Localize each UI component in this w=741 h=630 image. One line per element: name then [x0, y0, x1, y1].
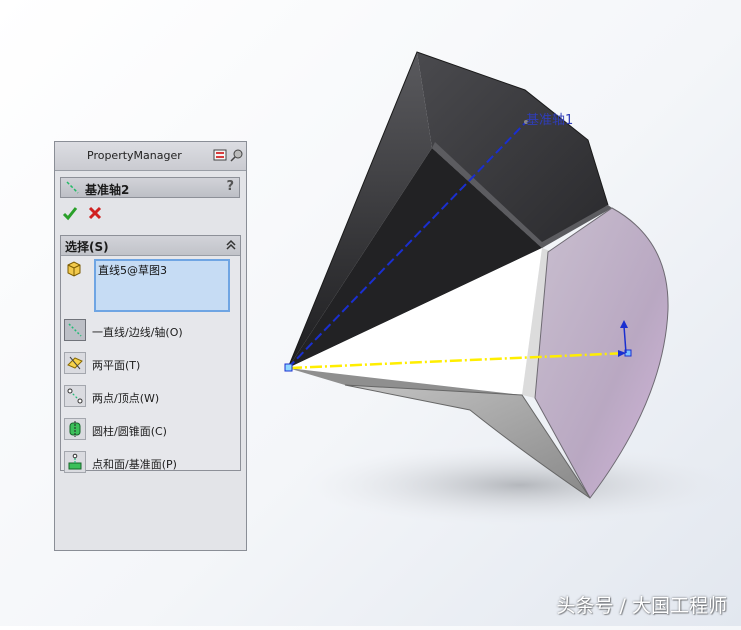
two-planes-icon — [67, 356, 83, 370]
line-edge-axis-icon — [68, 323, 82, 337]
selected-item[interactable]: 直线5@草图3 — [98, 262, 167, 278]
option-label: 圆柱/圆锥面(C) — [92, 425, 167, 438]
selection-group-header[interactable]: 选择(S) — [61, 236, 240, 256]
selection-listbox[interactable]: 直线5@草图3 — [94, 259, 230, 312]
option-cylinder-cone[interactable]: 圆柱/圆锥面(C) — [64, 418, 236, 442]
pushpin-icon[interactable] — [230, 148, 244, 162]
option-label: 点和面/基准面(P) — [92, 458, 177, 471]
option-label: 两平面(T) — [92, 359, 141, 372]
help-button[interactable]: ? — [226, 179, 234, 194]
selection-entity-icon — [67, 261, 81, 277]
option-label: 一直线/边线/轴(O) — [92, 326, 183, 339]
axis-endpoint-handle[interactable] — [284, 363, 293, 372]
option-line-edge-axis[interactable]: 一直线/边线/轴(O) — [64, 319, 236, 343]
property-manager-panel: PropertyManager 基准轴2 ? 选择(S) 直线5@草图3 一直线… — [54, 141, 247, 551]
ok-button[interactable] — [62, 205, 78, 221]
option-two-planes[interactable]: 两平面(T) — [64, 352, 236, 376]
collapse-chevron-icon[interactable] — [225, 239, 237, 251]
option-label: 两点/顶点(W) — [92, 392, 160, 405]
watermark: 头条号 / 大国工程师 — [556, 595, 727, 617]
option-point-plane[interactable]: 点和面/基准面(P) — [64, 451, 236, 475]
point-plane-icon — [68, 453, 82, 470]
model-shadow — [305, 445, 735, 525]
selection-group: 选择(S) 直线5@草图3 一直线/边线/轴(O) 两平面(T) 两点/顶点(W… — [60, 235, 241, 473]
detail-preview-icon[interactable] — [213, 148, 227, 162]
property-manager-title: PropertyManager — [87, 149, 182, 162]
feature-name: 基准轴2 — [85, 183, 130, 197]
cancel-button[interactable] — [87, 205, 103, 221]
feature-title-bar: 基准轴2 ? — [60, 177, 240, 198]
axis-label: 基准轴1 — [526, 113, 574, 128]
property-manager-header: PropertyManager — [55, 142, 246, 171]
selection-group-title: 选择(S) — [65, 240, 109, 254]
reference-axis-icon — [66, 181, 79, 194]
option-two-points[interactable]: 两点/顶点(W) — [64, 385, 236, 409]
cylinder-cone-icon — [69, 421, 81, 437]
two-points-icon — [67, 388, 83, 404]
